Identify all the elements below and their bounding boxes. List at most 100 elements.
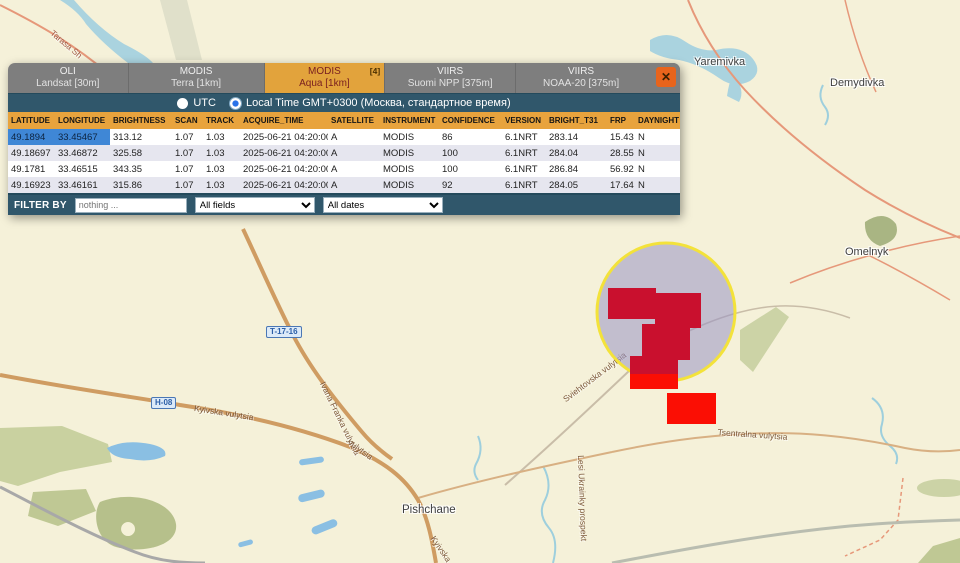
filter-text-input[interactable] xyxy=(75,198,187,213)
close-icon: ✕ xyxy=(661,70,671,84)
table-cell: 33.45467 xyxy=(55,129,110,145)
tab-viirs-snpp[interactable]: VIIRS Suomi NPP [375m] xyxy=(385,63,516,93)
filter-field-select[interactable]: All fields xyxy=(195,197,315,213)
col-header[interactable]: LATITUDE xyxy=(8,112,55,129)
fire-footprint[interactable] xyxy=(630,374,678,389)
satellite-tabbar: OLI Landsat [30m] MODIS Terra [1km] [4] … xyxy=(8,63,680,93)
filter-bar: FILTER BY All fields All dates xyxy=(8,193,680,215)
fire-footprints-bright xyxy=(630,374,716,424)
col-header[interactable]: INSTRUMENT xyxy=(380,112,439,129)
detections-tbody: 49.189433.45467313.121.071.032025-06-21 … xyxy=(8,129,680,193)
tab-label-line1: VIIRS xyxy=(385,66,515,78)
table-cell: 49.1781 xyxy=(8,161,55,177)
col-header[interactable]: LONGITUDE xyxy=(55,112,110,129)
radio-icon xyxy=(177,98,188,109)
table-cell: N xyxy=(635,145,680,161)
table-cell: 1.07 xyxy=(172,161,203,177)
col-header[interactable]: SATELLITE xyxy=(328,112,380,129)
table-cell: 1.03 xyxy=(203,177,240,193)
firms-data-popup: OLI Landsat [30m] MODIS Terra [1km] [4] … xyxy=(8,63,680,215)
table-cell: MODIS xyxy=(380,161,439,177)
local-time-radio-label: Local Time GMT+0300 (Москва, стандартное… xyxy=(246,97,511,109)
tab-oli-landsat[interactable]: OLI Landsat [30m] xyxy=(8,63,129,93)
col-header[interactable]: CONFIDENCE xyxy=(439,112,502,129)
fire-footprint[interactable] xyxy=(630,356,678,377)
col-header[interactable]: VERSION xyxy=(502,112,546,129)
table-cell: 2025-06-21 04:20:00 xyxy=(240,177,328,193)
table-cell: 1.07 xyxy=(172,145,203,161)
table-row[interactable]: 49.178133.46515343.351.071.032025-06-21 … xyxy=(8,161,680,177)
local-time-radio-option[interactable]: Local Time GMT+0300 (Москва, стандартное… xyxy=(230,97,511,109)
table-cell: 315.86 xyxy=(110,177,172,193)
col-header[interactable]: ACQUIRE_TIME xyxy=(240,112,328,129)
table-cell: 28.55 xyxy=(607,145,635,161)
tab-viirs-noaa20[interactable]: VIIRS NOAA-20 [375m] xyxy=(516,63,646,93)
detections-table: LATITUDE LONGITUDE BRIGHTNESS SCAN TRACK… xyxy=(8,112,680,193)
utc-radio-option[interactable]: UTC xyxy=(177,97,216,109)
table-row[interactable]: 49.189433.45467313.121.071.032025-06-21 … xyxy=(8,129,680,145)
table-cell: 92 xyxy=(439,177,502,193)
timezone-bar: UTC Local Time GMT+0300 (Москва, стандар… xyxy=(8,93,680,112)
filter-date-select[interactable]: All dates xyxy=(323,197,443,213)
table-cell: 56.92 xyxy=(607,161,635,177)
table-cell: MODIS xyxy=(380,145,439,161)
tab-label-line1: VIIRS xyxy=(516,66,646,78)
table-cell: A xyxy=(328,129,380,145)
table-cell: 1.03 xyxy=(203,129,240,145)
table-cell: 1.03 xyxy=(203,161,240,177)
table-row[interactable]: 49.1869733.46872325.581.071.032025-06-21… xyxy=(8,145,680,161)
tab-label-line2: Landsat [30m] xyxy=(8,78,128,90)
col-header[interactable]: BRIGHTNESS xyxy=(110,112,172,129)
filter-by-label: FILTER BY xyxy=(14,200,67,211)
tab-count-badge: [4] xyxy=(370,65,380,77)
utc-radio-label: UTC xyxy=(193,97,216,109)
fire-footprint[interactable] xyxy=(642,324,690,360)
table-cell: 313.12 xyxy=(110,129,172,145)
tab-label-line2: Aqua [1km] xyxy=(265,78,385,90)
tab-label-line2: NOAA-20 [375m] xyxy=(516,78,646,90)
col-header[interactable]: FRP xyxy=(607,112,635,129)
table-cell: 1.07 xyxy=(172,177,203,193)
fire-footprint[interactable] xyxy=(655,293,701,328)
table-row[interactable]: 49.1692333.46161315.861.071.032025-06-21… xyxy=(8,177,680,193)
tab-label-line2: Terra [1km] xyxy=(129,78,264,90)
table-cell: 2025-06-21 04:20:00 xyxy=(240,161,328,177)
table-cell: MODIS xyxy=(380,177,439,193)
table-cell: 284.04 xyxy=(546,145,607,161)
map-canvas[interactable]: Tarasa Sh Yaremivka Demydivka Omelnyk Pi… xyxy=(0,0,960,563)
table-cell: 15.43 xyxy=(607,129,635,145)
table-cell: 33.46872 xyxy=(55,145,110,161)
table-cell: 100 xyxy=(439,161,502,177)
table-cell: N xyxy=(635,161,680,177)
table-cell: 2025-06-21 04:20:00 xyxy=(240,129,328,145)
table-cell: A xyxy=(328,177,380,193)
table-cell: 100 xyxy=(439,145,502,161)
table-cell: A xyxy=(328,161,380,177)
table-cell: 49.16923 xyxy=(8,177,55,193)
tab-modis-terra[interactable]: MODIS Terra [1km] xyxy=(129,63,265,93)
radio-checked-icon xyxy=(230,98,241,109)
col-header[interactable]: DAYNIGHT xyxy=(635,112,680,129)
fire-footprint[interactable] xyxy=(667,393,716,424)
table-cell: 1.07 xyxy=(172,129,203,145)
table-cell: N xyxy=(635,129,680,145)
table-cell: MODIS xyxy=(380,129,439,145)
tab-label-line2: Suomi NPP [375m] xyxy=(385,78,515,90)
table-cell: 49.1894 xyxy=(8,129,55,145)
tabbar-filler: ✕ xyxy=(646,63,680,93)
table-cell: 286.84 xyxy=(546,161,607,177)
col-header[interactable]: SCAN xyxy=(172,112,203,129)
fire-footprint[interactable] xyxy=(608,288,656,319)
table-cell: 6.1NRT xyxy=(502,129,546,145)
tab-modis-aqua[interactable]: [4] MODIS Aqua [1km] xyxy=(265,63,386,93)
col-header[interactable]: BRIGHT_T31 xyxy=(546,112,607,129)
col-header[interactable]: TRACK xyxy=(203,112,240,129)
table-cell: 6.1NRT xyxy=(502,161,546,177)
table-cell: 33.46161 xyxy=(55,177,110,193)
close-button[interactable]: ✕ xyxy=(656,67,676,87)
table-cell: 325.58 xyxy=(110,145,172,161)
table-cell: 86 xyxy=(439,129,502,145)
table-header-row: LATITUDE LONGITUDE BRIGHTNESS SCAN TRACK… xyxy=(8,112,680,129)
tab-label-line1: MODIS xyxy=(265,66,385,78)
table-cell: A xyxy=(328,145,380,161)
